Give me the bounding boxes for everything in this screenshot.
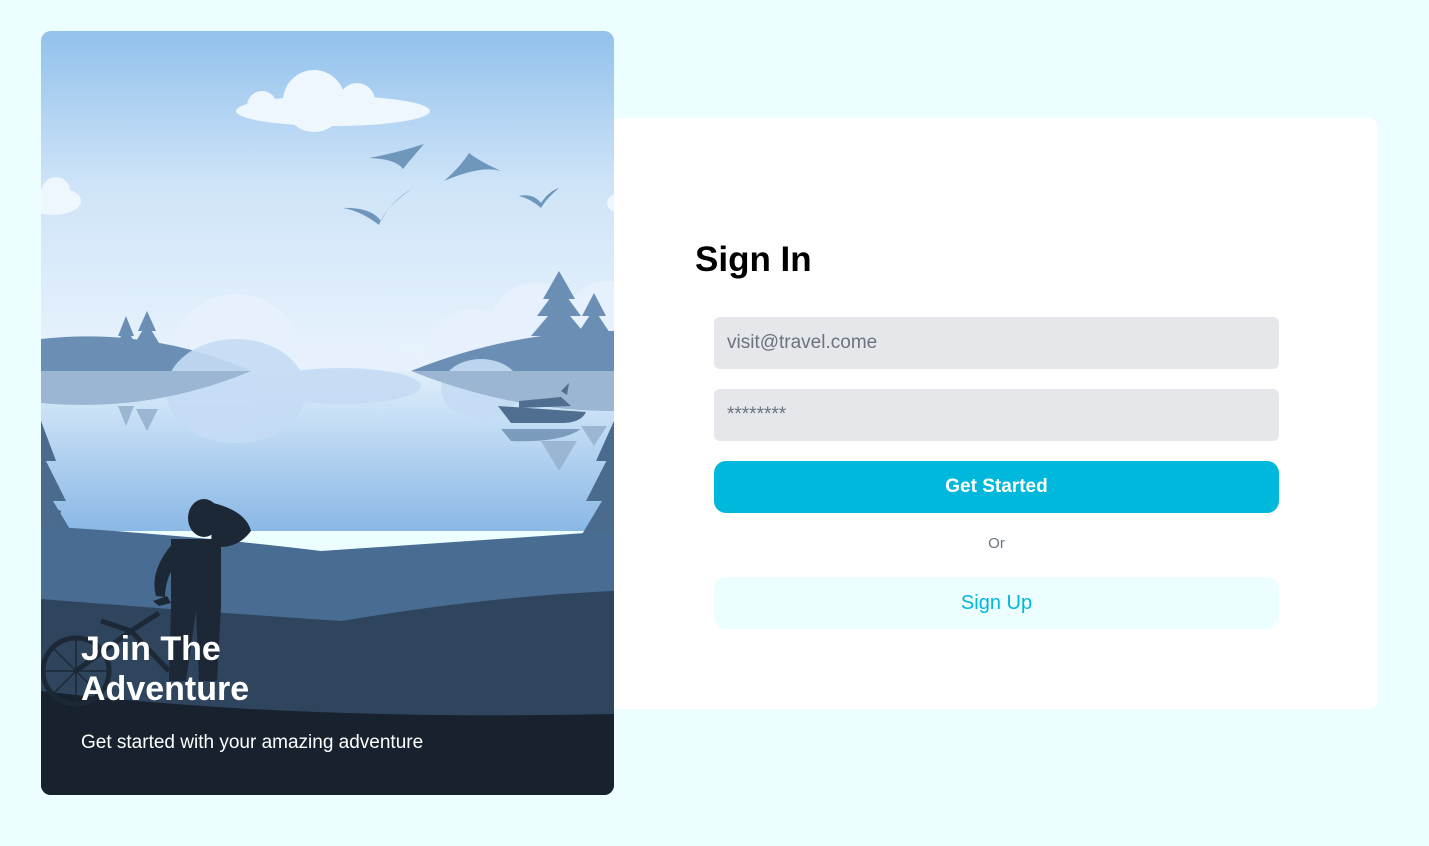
hero-panel: Join The Adventure Get started with your…: [41, 31, 614, 795]
email-input[interactable]: [714, 317, 1279, 369]
sign-up-button[interactable]: Sign Up: [714, 577, 1279, 629]
sign-in-card: Sign In Get Started Or Sign Up: [614, 118, 1378, 709]
hero-subtitle: Get started with your amazing adventure: [81, 732, 424, 753]
or-divider: Or: [988, 535, 1005, 552]
password-input[interactable]: [714, 389, 1279, 441]
login-page: Join The Adventure Get started with your…: [0, 0, 1429, 846]
get-started-button[interactable]: Get Started: [714, 461, 1279, 513]
hero-title: Join The Adventure: [81, 630, 250, 708]
sign-in-title: Sign In: [695, 240, 812, 279]
